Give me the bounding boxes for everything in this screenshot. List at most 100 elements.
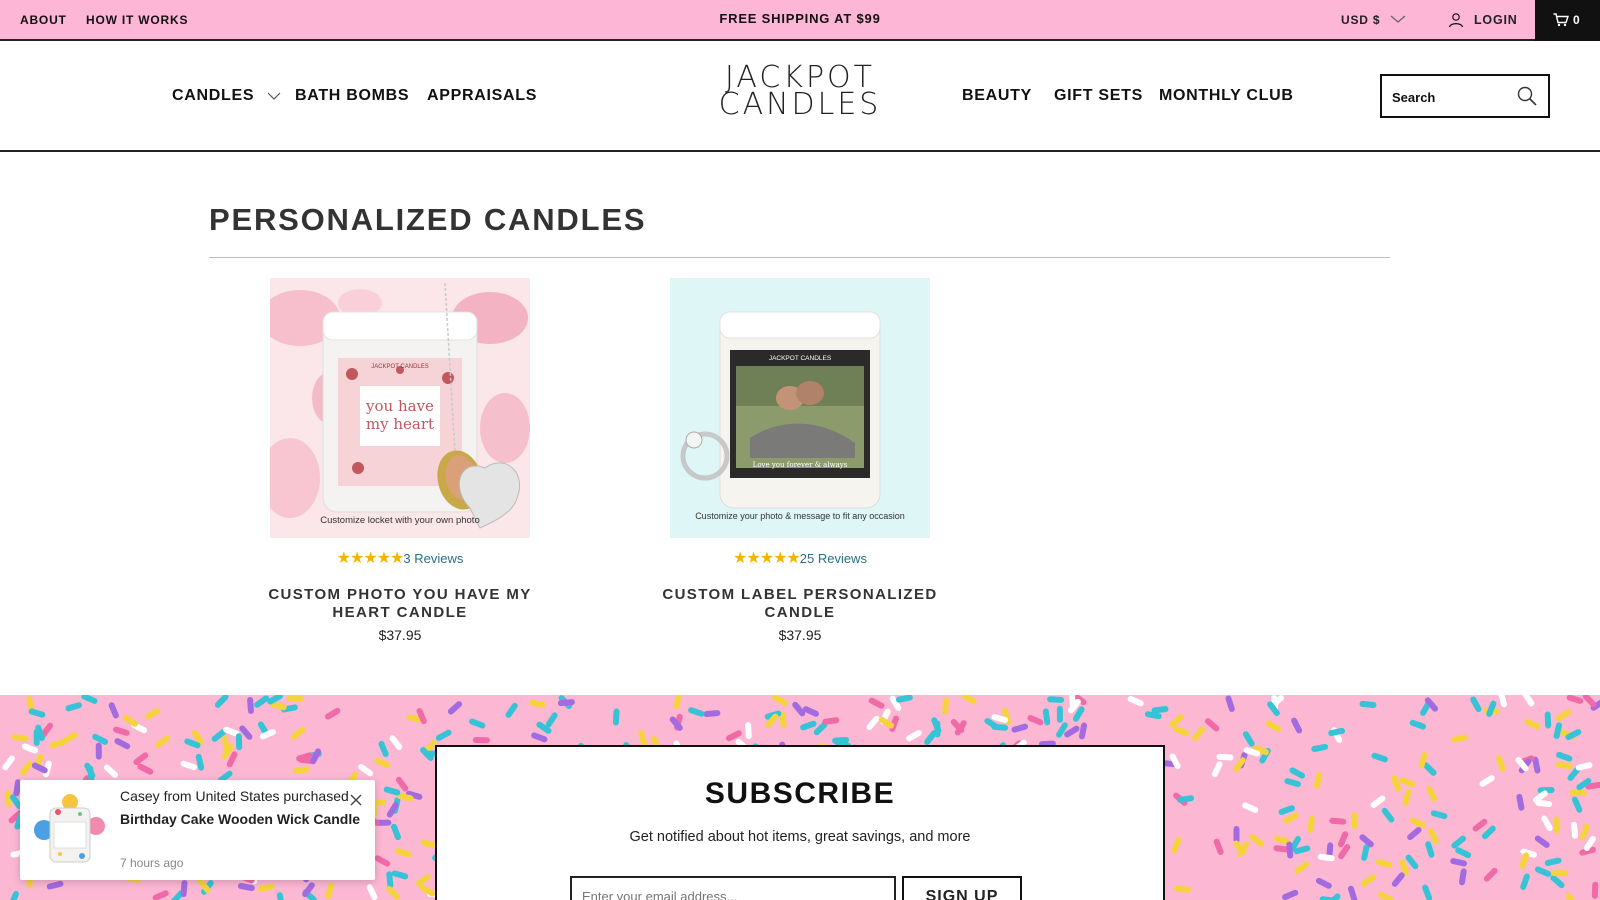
sprinkle — [802, 706, 819, 717]
cart-button[interactable]: 0 — [1535, 0, 1600, 41]
subscribe-title: SUBSCRIBE — [704, 777, 896, 810]
sprinkle — [1551, 870, 1569, 877]
sprinkle — [1470, 696, 1482, 713]
sprinkle — [1213, 838, 1224, 855]
sprinkle — [1430, 810, 1448, 820]
product-name[interactable]: CUSTOM LABEL PERSONALIZED CANDLE — [630, 586, 970, 622]
product-image[interactable]: JACKPOT CANDLES Love you forever & alway… — [670, 278, 930, 538]
product-image[interactable]: JACKPOT CANDLES you have my heart Custom… — [270, 278, 530, 538]
sprinkle — [832, 737, 850, 744]
search-box — [1380, 74, 1550, 118]
review-count[interactable]: 25 Reviews — [800, 551, 867, 566]
sprinkle — [1571, 821, 1579, 839]
nav-gift-sets[interactable]: GIFT SETS — [1054, 87, 1143, 105]
sprinkle — [673, 695, 683, 710]
product-rating[interactable]: ★★★★★3 Reviews — [230, 548, 570, 567]
sprinkle — [1204, 718, 1220, 732]
search-input[interactable] — [1392, 87, 1512, 107]
sprinkle — [1553, 816, 1561, 834]
sprinkle — [122, 714, 139, 727]
svg-text:you have: you have — [365, 397, 434, 415]
sprinkle — [1311, 743, 1329, 753]
site-logo[interactable]: JACKPOT CANDLES — [700, 63, 900, 122]
nav-appraisals[interactable]: APPRAISALS — [427, 87, 537, 105]
sprinkle — [529, 699, 546, 708]
nav-candles[interactable]: CANDLES — [172, 87, 281, 105]
sprinkle — [235, 733, 243, 751]
purchase-buyer: Casey from United States purchased — [120, 788, 349, 804]
sprinkle — [324, 707, 341, 720]
sprinkle — [531, 732, 548, 743]
svg-text:my heart: my heart — [366, 415, 434, 433]
sprinkle — [1450, 858, 1467, 867]
sprinkle — [1225, 695, 1235, 712]
sprinkle — [237, 883, 255, 891]
product-rating[interactable]: ★★★★★25 Reviews — [630, 548, 970, 567]
sprinkle — [772, 695, 788, 706]
sprinkle — [1498, 695, 1508, 708]
sprinkle — [896, 695, 913, 703]
sprinkle — [1399, 777, 1416, 788]
nav-monthly-club[interactable]: MONTHLY CLUB — [1159, 87, 1294, 105]
email-field-wrapper — [570, 876, 896, 900]
sprinkle — [1351, 812, 1358, 830]
email-field[interactable] — [572, 878, 894, 900]
currency-value: USD $ — [1341, 13, 1381, 27]
sprinkle — [65, 702, 83, 712]
sprinkle — [1544, 711, 1552, 729]
sprinkle — [1242, 802, 1259, 813]
svg-text:JACKPOT CANDLES: JACKPOT CANDLES — [371, 364, 429, 370]
sprinkle — [1555, 709, 1572, 722]
review-count[interactable]: 3 Reviews — [403, 551, 463, 566]
sprinkle — [1520, 873, 1530, 890]
sprinkle — [1056, 705, 1063, 723]
sign-up-button[interactable]: SIGN UP — [902, 876, 1022, 900]
candle-photo-heart: JACKPOT CANDLES you have my heart Custom… — [270, 278, 530, 538]
sprinkle — [154, 735, 170, 748]
product-card[interactable]: JACKPOT CANDLES you have my heart Custom… — [230, 278, 570, 643]
sprinkle — [1575, 762, 1593, 771]
subscribe-panel: SUBSCRIBE Get notified about hot items, … — [435, 745, 1165, 900]
sprinkle — [11, 734, 29, 742]
sprinkle — [1522, 695, 1535, 707]
nav-beauty[interactable]: BEAUTY — [962, 87, 1032, 105]
chevron-down-icon — [1390, 15, 1406, 23]
sprinkle — [1192, 726, 1206, 742]
currency-selector[interactable]: USD $ — [1341, 13, 1406, 27]
birthday-candle-thumb — [30, 790, 110, 870]
product-thumbnail[interactable] — [30, 790, 110, 870]
sprinkle — [1307, 815, 1315, 833]
nav-bath-bombs[interactable]: BATH BOMBS — [295, 87, 409, 105]
sprinkle — [1375, 858, 1393, 869]
sprinkle — [46, 880, 64, 890]
sprinkle — [1524, 718, 1541, 730]
cart-icon — [1553, 13, 1569, 27]
label-text: Love you forever & always — [753, 461, 848, 469]
purchase-product[interactable]: Birthday Cake Wooden Wick Candle — [120, 811, 360, 827]
sprinkle — [292, 766, 310, 774]
product-name[interactable]: CUSTOM PHOTO YOU HAVE MY HEART CANDLE — [230, 586, 570, 622]
recent-purchase-popup[interactable]: Casey from United States purchased Birth… — [20, 780, 375, 880]
sprinkle — [1516, 793, 1525, 811]
close-icon[interactable] — [350, 794, 362, 806]
search-icon[interactable] — [1516, 85, 1538, 107]
sprinkle — [688, 707, 705, 717]
sprinkle — [1566, 695, 1584, 704]
sprinkle — [1455, 847, 1472, 859]
sprinkle — [290, 726, 306, 740]
sprinkle — [1233, 757, 1246, 773]
sprinkle — [469, 718, 486, 729]
sprinkle — [374, 855, 391, 867]
logo-line-2: CANDLES — [718, 87, 882, 122]
sprinkle — [1370, 795, 1386, 809]
sprinkle — [942, 697, 949, 715]
sprinkle — [1381, 807, 1395, 823]
sprinkle — [1294, 861, 1310, 874]
product-card[interactable]: JACKPOT CANDLES Love you forever & alway… — [630, 278, 970, 643]
sprinkle — [1233, 826, 1240, 844]
sprinkle — [1359, 700, 1377, 708]
sprinkle — [1481, 825, 1496, 840]
sprinkle — [1479, 775, 1495, 787]
sprinkle — [95, 742, 102, 760]
login-label: LOGIN — [1474, 13, 1518, 27]
